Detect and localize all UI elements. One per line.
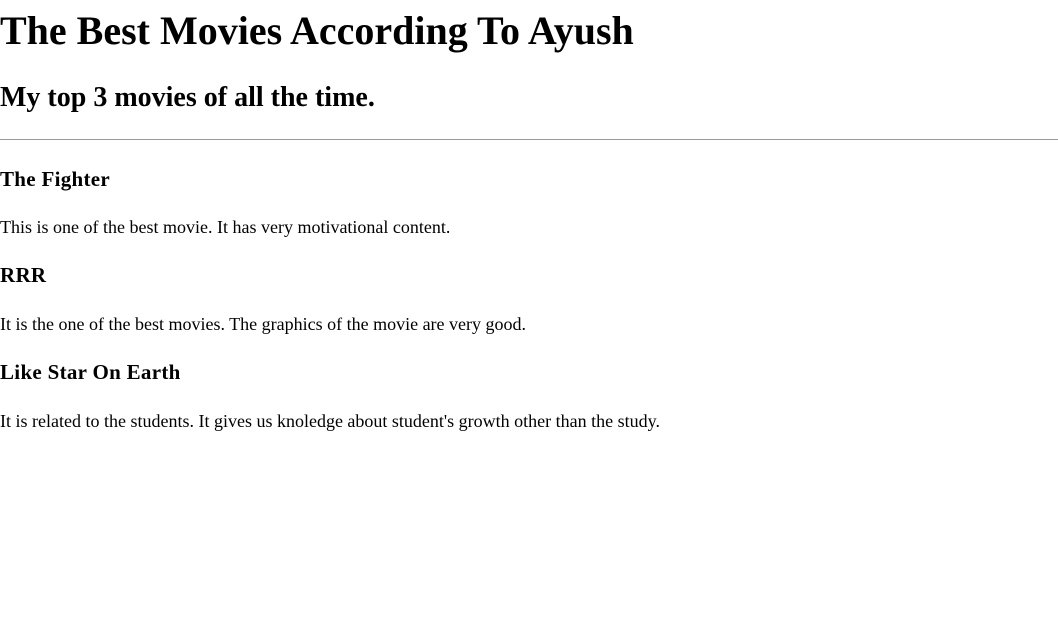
movie-description: It is the one of the best movies. The gr… — [0, 314, 527, 334]
divider — [0, 139, 1058, 140]
page: The Best Movies According To Ayush My to… — [0, 0, 1058, 618]
movie-title: RRR — [0, 263, 47, 287]
page-title: The Best Movies According To Ayush — [0, 8, 634, 53]
page-subtitle: My top 3 movies of all the time. — [0, 82, 375, 113]
movie-title: The Fighter — [0, 167, 111, 191]
movie-description: It is related to the students. It gives … — [0, 411, 660, 431]
movie-title: Like Star On Earth — [0, 360, 181, 384]
movie-description: This is one of the best movie. It has ve… — [0, 217, 451, 237]
